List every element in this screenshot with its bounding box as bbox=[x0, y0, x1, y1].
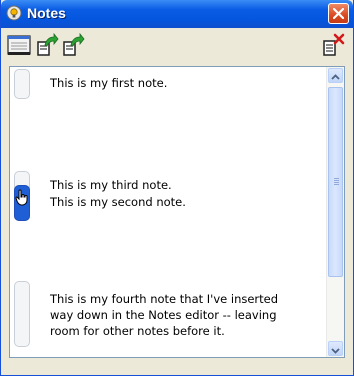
chevron-up-icon bbox=[331, 74, 340, 80]
delete-note-icon bbox=[323, 33, 345, 56]
notes-app-icon bbox=[6, 5, 22, 21]
note-marker[interactable] bbox=[14, 69, 30, 99]
note-3[interactable]: This is my third note. bbox=[50, 177, 172, 193]
scroll-down-button[interactable] bbox=[328, 341, 343, 356]
pane-icon bbox=[7, 35, 31, 55]
scroll-grip bbox=[334, 178, 339, 179]
scroll-thumb[interactable] bbox=[328, 87, 343, 277]
note-4-line: This is my fourth note that I've inserte… bbox=[50, 292, 279, 306]
show-notes-pane-button[interactable] bbox=[7, 33, 31, 57]
close-icon bbox=[333, 8, 344, 19]
notes-editor[interactable]: This is my first note. This is my third … bbox=[9, 66, 345, 358]
export-notes-alt-button[interactable] bbox=[61, 32, 85, 57]
window-title: Notes bbox=[27, 5, 66, 21]
note-marker[interactable] bbox=[14, 281, 30, 347]
note-marker-gutter bbox=[10, 67, 46, 357]
export-alt-icon bbox=[63, 32, 85, 56]
scroll-grip bbox=[334, 180, 339, 181]
note-2[interactable]: This is my second note. bbox=[50, 194, 186, 210]
close-button[interactable] bbox=[328, 3, 349, 24]
note-1[interactable]: This is my first note. bbox=[50, 75, 167, 91]
title-bar[interactable]: Notes bbox=[1, 0, 353, 28]
delete-note-button[interactable] bbox=[321, 33, 345, 57]
chevron-down-icon bbox=[331, 348, 340, 354]
scroll-up-button[interactable] bbox=[328, 68, 343, 83]
scroll-grip bbox=[334, 182, 339, 183]
hand-cursor-icon bbox=[15, 189, 28, 206]
toolbar bbox=[1, 28, 353, 62]
vertical-scrollbar[interactable] bbox=[326, 67, 344, 357]
export-icon bbox=[37, 32, 59, 56]
export-notes-button[interactable] bbox=[35, 32, 59, 57]
note-4-line: way down in the Notes editor -- leaving bbox=[50, 308, 277, 322]
notes-window: Notes This is my first note. This is my … bbox=[0, 0, 354, 376]
note-4[interactable]: This is my fourth note that I've inserte… bbox=[50, 291, 278, 339]
note-4-line: room for other notes before it. bbox=[50, 324, 225, 338]
note-marker-active[interactable] bbox=[14, 185, 30, 221]
scroll-grip bbox=[334, 184, 339, 185]
status-bar bbox=[1, 360, 353, 375]
